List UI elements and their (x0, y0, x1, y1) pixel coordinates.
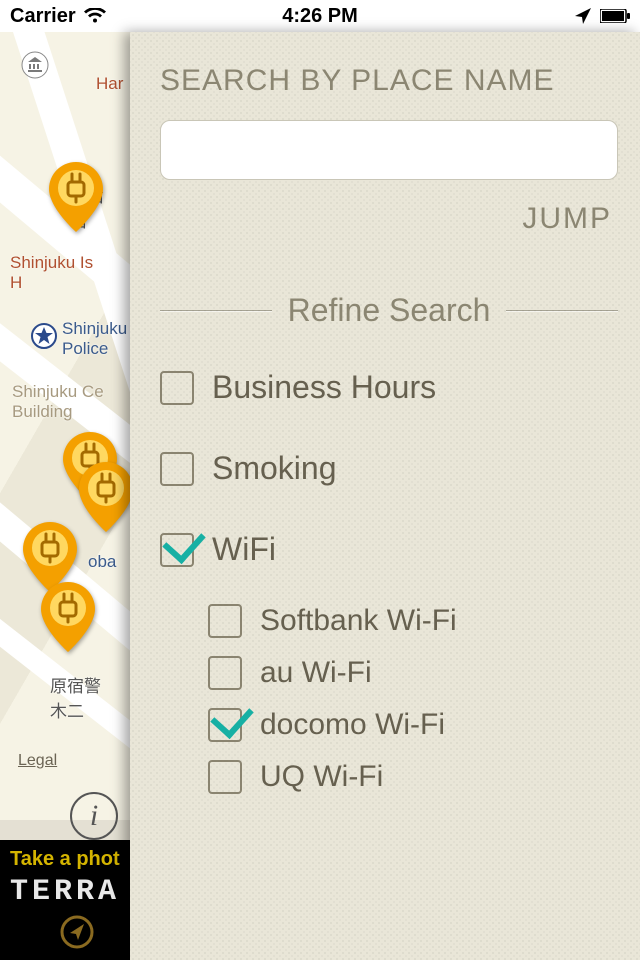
filter-row-softbank-wi-fi[interactable]: Softbank Wi-Fi (208, 604, 618, 638)
ad-banner[interactable]: Take a phot TERRA (0, 840, 130, 960)
wifi-icon (84, 8, 106, 24)
divider-line (160, 310, 272, 311)
location-circle-icon (60, 915, 94, 954)
filter-label: docomo Wi-Fi (260, 708, 445, 742)
police-icon (30, 322, 58, 355)
search-input[interactable] (160, 120, 618, 180)
filter-label: UQ Wi-Fi (260, 760, 383, 794)
checkbox-icon[interactable] (160, 371, 194, 405)
checkbox-icon[interactable] (208, 760, 242, 794)
filter-row-smoking[interactable]: Smoking (160, 450, 618, 487)
map-pin-plug-icon[interactable] (22, 522, 78, 578)
battery-icon (600, 9, 630, 23)
search-panel: SEARCH BY PLACE NAME JUMP Refine Search … (130, 32, 640, 960)
filter-row-business-hours[interactable]: Business Hours (160, 369, 618, 406)
checkbox-icon[interactable] (208, 656, 242, 690)
filter-label: au Wi-Fi (260, 656, 372, 690)
government-building-icon (20, 50, 50, 85)
map-pin-plug-icon[interactable] (48, 162, 104, 218)
filter-label: Softbank Wi-Fi (260, 604, 457, 638)
refine-search-label: Refine Search (288, 292, 491, 329)
map-label-shinjuku-ctr: Shinjuku Ce Building (12, 382, 104, 422)
checkbox-checked-icon[interactable] (208, 708, 242, 742)
checkbox-icon[interactable] (208, 604, 242, 638)
status-right (574, 7, 630, 25)
filter-row-wifi[interactable]: WiFi (160, 531, 618, 568)
filter-row-docomo-wi-fi[interactable]: docomo Wi-Fi (208, 708, 618, 742)
map-label-oba: oba (88, 552, 116, 572)
checkbox-checked-icon[interactable] (160, 533, 194, 567)
refine-search-header: Refine Search (160, 292, 618, 329)
map-background[interactable]: Har 新宿 宿 Shinjuku Is H Shinjuku Police S… (0, 32, 130, 960)
map-label-har: Har (96, 74, 123, 94)
map-legal-link[interactable]: Legal (18, 752, 57, 770)
map-label-harajuku-jp: 原宿警 木二 (50, 672, 101, 722)
jump-button[interactable]: JUMP (522, 202, 612, 236)
status-left: Carrier (10, 5, 106, 28)
wifi-sub-group: Softbank Wi-Fi au Wi-Fi docomo Wi-Fi UQ Wi-… (160, 604, 618, 794)
map-label-shinjuku-hotel: Shinjuku Is H (10, 253, 93, 293)
search-title: SEARCH BY PLACE NAME (160, 64, 618, 98)
filter-label: WiFi (212, 531, 276, 568)
filter-label: Business Hours (212, 369, 436, 406)
map-pin-plug-icon[interactable] (78, 462, 130, 518)
checkbox-icon[interactable] (160, 452, 194, 486)
divider-line (506, 310, 618, 311)
filter-row-au-wi-fi[interactable]: au Wi-Fi (208, 656, 618, 690)
info-icon: i (90, 799, 98, 833)
status-bar: Carrier 4:26 PM (0, 0, 640, 32)
info-button[interactable]: i (70, 792, 118, 840)
filter-row-uq-wi-fi[interactable]: UQ Wi-Fi (208, 760, 618, 794)
filter-label: Smoking (212, 450, 337, 487)
carrier-label: Carrier (10, 5, 76, 28)
location-icon (574, 7, 592, 25)
ad-headline: Take a phot (10, 848, 120, 871)
map-pin-plug-icon[interactable] (40, 582, 96, 638)
ad-brand: TERRA (10, 875, 120, 909)
map-label-shinjuku-police: Shinjuku Police (62, 319, 127, 359)
